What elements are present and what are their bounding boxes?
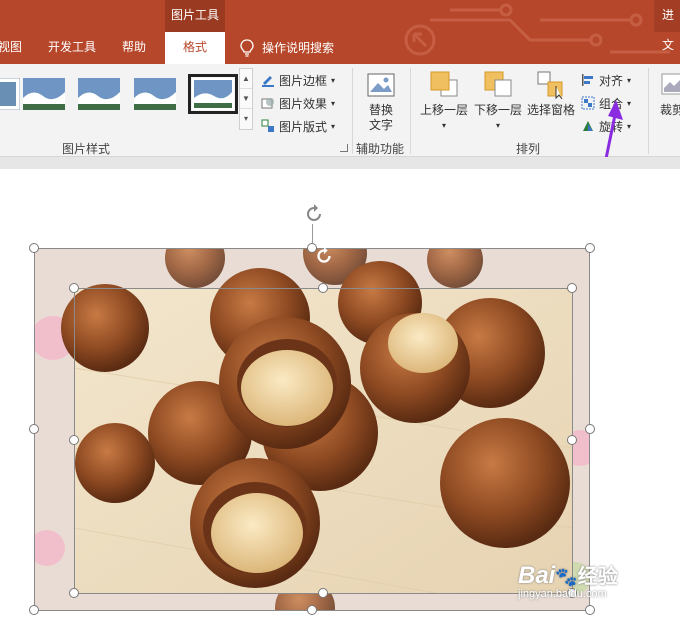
title-bar: 图片工具 进文 视图 开发工具 帮助 格式 操作说明搜索 [0, 0, 680, 64]
dialog-launcher-icon[interactable] [340, 144, 348, 152]
style-thumbnail[interactable] [134, 78, 176, 110]
style-thumbnail[interactable] [0, 78, 20, 110]
inner-selection-frame [74, 288, 573, 594]
style-thumbnail-selected[interactable] [188, 74, 238, 114]
align-label: 对齐 [599, 73, 624, 88]
selection-pane-button[interactable]: 选择窗格 [525, 70, 577, 118]
arrange-group-label: 排列 [516, 142, 541, 156]
resize-handle[interactable] [307, 243, 317, 253]
resize-handle[interactable] [29, 605, 39, 615]
bring-forward-label: 上移一层 [419, 103, 468, 117]
picture-border-label: 图片边框 [279, 73, 328, 88]
selection-pane-icon [537, 71, 563, 100]
tab-format[interactable]: 格式 [165, 32, 225, 64]
resize-handle[interactable] [29, 243, 39, 253]
baidu-watermark: Bai🐾经验 jingyan.baidu.com [518, 560, 618, 600]
tell-me-label: 操作说明搜索 [262, 41, 335, 55]
resize-handle[interactable] [307, 605, 317, 615]
alt-text-label-1: 替换 [368, 103, 393, 117]
circuit-decoration [404, 3, 670, 56]
bring-forward-icon [430, 71, 458, 97]
resize-handle[interactable] [585, 243, 595, 253]
watermark-brand: Bai [518, 562, 556, 589]
document-top-strip [0, 157, 680, 169]
watermark-url: jingyan.baidu.com [518, 588, 607, 600]
send-backward-button[interactable]: 下移一层 ▾ [472, 70, 524, 133]
paw-icon: 🐾 [555, 567, 578, 587]
alt-text-label-2: 文字 [368, 118, 393, 132]
resize-handle[interactable] [585, 605, 595, 615]
resize-handle[interactable] [585, 424, 595, 434]
tab-help[interactable]: 帮助 [122, 32, 152, 64]
tab-developer[interactable]: 开发工具 [48, 32, 104, 64]
share-button[interactable]: 进文 [654, 0, 680, 52]
picture-layout-button[interactable]: 图片版式 ▾ [261, 115, 335, 137]
align-icon [582, 74, 593, 86]
selection-pane-label: 选择窗格 [526, 103, 575, 117]
tab-view[interactable]: 视图 [0, 32, 28, 64]
resize-handle[interactable] [69, 435, 79, 445]
picture-border-icon [262, 76, 274, 87]
style-thumbnail[interactable] [23, 78, 65, 110]
crop-icon [661, 73, 680, 95]
picture-effects-icon [261, 98, 274, 109]
style-thumbnail[interactable] [78, 78, 120, 110]
picture-layout-label: 图片版式 [279, 119, 328, 134]
ribbon: ▲ ▼ ▾ 图片边框 ▾ 图片效果 ▾ 图片版式 ▾ 图片样式 替换 文字 辅助… [0, 64, 680, 189]
resize-handle[interactable] [567, 435, 577, 445]
crop-label: 裁剪 [660, 103, 680, 117]
picture-layout-icon [261, 119, 274, 132]
resize-handle[interactable] [318, 283, 328, 293]
rotate-handle-icon[interactable] [302, 202, 326, 226]
gallery-up-icon[interactable]: ▲ [240, 69, 252, 89]
picture-effects-button[interactable]: 图片效果 ▾ [261, 92, 335, 114]
bring-forward-button[interactable]: 上移一层 ▾ [418, 70, 470, 133]
tell-me-search[interactable]: 操作说明搜索 [240, 32, 334, 64]
picture-tools-tab-group: 图片工具 [165, 0, 225, 32]
alt-text-icon [367, 73, 395, 97]
gallery-scroll[interactable]: ▲ ▼ ▾ [239, 68, 253, 130]
send-backward-icon [484, 71, 512, 97]
send-backward-label: 下移一层 [473, 103, 522, 117]
picture-effects-label: 图片效果 [279, 96, 328, 111]
lightbulb-icon [240, 39, 254, 57]
accessibility-group-label: 辅助功能 [356, 142, 405, 156]
align-button[interactable]: 对齐 ▾ [581, 69, 631, 91]
group-separator [410, 68, 411, 154]
crop-button[interactable]: 裁剪 [660, 70, 680, 118]
picture-styles-group-label: 图片样式 [62, 142, 111, 156]
resize-handle[interactable] [69, 283, 79, 293]
resize-handle[interactable] [69, 588, 79, 598]
resize-handle[interactable] [29, 424, 39, 434]
group-separator [352, 68, 353, 154]
resize-handle[interactable] [567, 283, 577, 293]
alt-text-button[interactable]: 替换 文字 [362, 72, 400, 133]
gallery-more-icon[interactable]: ▾ [240, 109, 252, 129]
resize-handle[interactable] [318, 588, 328, 598]
gallery-down-icon[interactable]: ▼ [240, 89, 252, 109]
watermark-suffix: 经验 [577, 566, 618, 588]
group-separator [648, 68, 649, 154]
picture-border-button[interactable]: 图片边框 ▾ [261, 69, 335, 91]
